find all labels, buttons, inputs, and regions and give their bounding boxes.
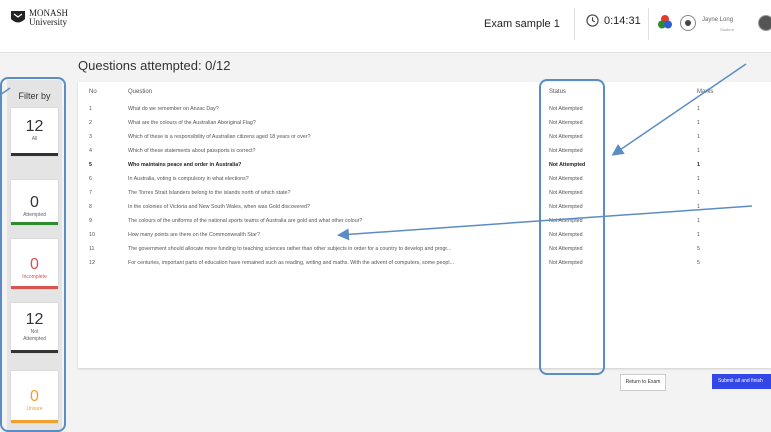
arrow-to-status xyxy=(611,63,747,156)
arrow-to-filter xyxy=(0,87,11,96)
annotation-arrows xyxy=(0,63,753,241)
arrow-to-question xyxy=(337,205,753,241)
